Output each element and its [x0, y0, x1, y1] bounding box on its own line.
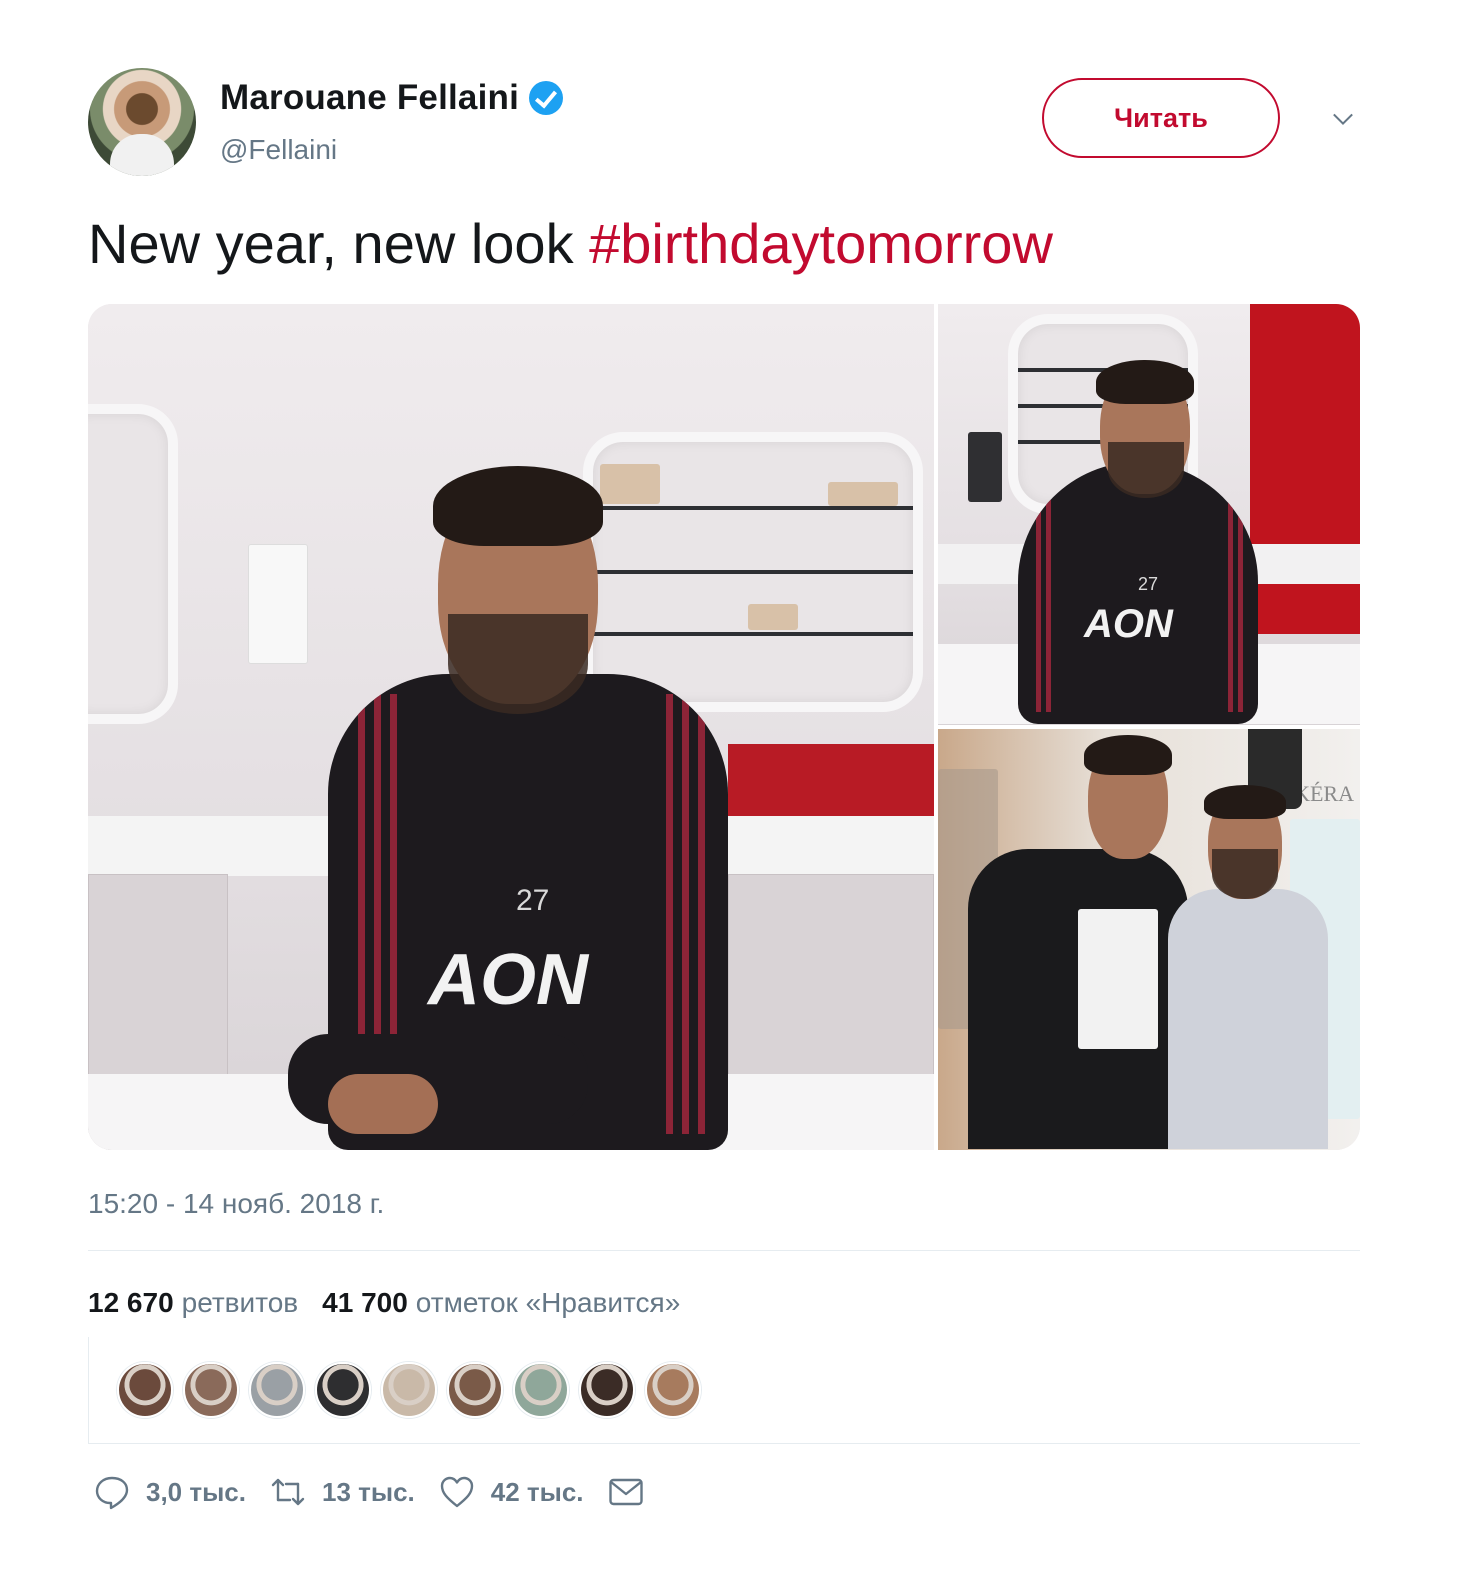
liker-avatar[interactable] — [249, 1362, 305, 1418]
photo-top-right[interactable]: 27 AON — [938, 304, 1360, 725]
direct-message-icon — [608, 1478, 643, 1506]
jersey-stripe — [1228, 472, 1233, 712]
jersey-number: 27 — [516, 884, 550, 917]
hair — [433, 466, 603, 546]
retweets-count: 12 670 — [88, 1287, 174, 1318]
jersey-stripe — [682, 694, 689, 1134]
retweet-icon — [271, 1478, 305, 1506]
name-wrap: Marouane Fellaini — [220, 78, 564, 118]
liker-avatar[interactable] — [117, 1362, 173, 1418]
hashtag-link[interactable]: #birthdaytomorrow — [589, 212, 1053, 275]
beard — [1108, 442, 1184, 498]
dispenser — [968, 432, 1002, 502]
person: 27 AON — [288, 466, 768, 1150]
sponsor-logo: AON — [1084, 602, 1173, 646]
jersey-stripe — [1238, 472, 1243, 712]
reply-count: 3,0 тыс. — [146, 1476, 246, 1507]
chevron-down-icon[interactable] — [1332, 108, 1354, 130]
liker-avatar[interactable] — [447, 1362, 503, 1418]
liker-avatar[interactable] — [381, 1362, 437, 1418]
jersey-stripe — [698, 694, 705, 1134]
photo-column: 27 AON KÉRA — [938, 304, 1360, 1150]
tweet: Marouane Fellaini @Fellaini Читать New y… — [88, 68, 1360, 1510]
tweet-body: New year, new look — [88, 212, 590, 275]
retweet-button[interactable]: 13 тыс. — [270, 1474, 415, 1510]
shirt — [1168, 889, 1328, 1149]
retweets-label: ретвитов — [181, 1287, 299, 1318]
jersey-stripe — [1036, 472, 1041, 712]
jersey-stripe — [1046, 472, 1051, 712]
reply-icon — [95, 1476, 129, 1510]
likes-count: 41 700 — [322, 1287, 408, 1318]
liker-avatar[interactable] — [513, 1362, 569, 1418]
jersey-stripe — [666, 694, 673, 1134]
like-button[interactable]: 42 тыс. — [439, 1474, 584, 1510]
liker-avatar[interactable] — [579, 1362, 635, 1418]
likes-label: отметок «Нравится» — [415, 1287, 681, 1318]
tweet-text: New year, new look #birthdaytomorrow — [88, 212, 1360, 276]
retweet-count: 13 тыс. — [322, 1476, 415, 1507]
avatar[interactable] — [88, 68, 196, 176]
person: 27 AON — [1008, 360, 1268, 724]
tshirt — [968, 849, 1188, 1149]
reply-button[interactable]: 3,0 тыс. — [94, 1474, 246, 1510]
liker-avatar[interactable] — [645, 1362, 701, 1418]
divider — [88, 1443, 1360, 1444]
sponsor-logo: AON — [428, 940, 588, 1020]
follow-button[interactable]: Читать — [1042, 78, 1280, 158]
tweet-timestamp[interactable]: 15:20 - 14 нояб. 2018 г. — [88, 1188, 1360, 1220]
likers-avatars — [88, 1337, 1360, 1443]
tshirt-print — [1078, 909, 1158, 1049]
tweet-stats: 12 670 ретвитов 41 700 отметок «Нравится» — [88, 1287, 1360, 1319]
like-icon — [440, 1476, 473, 1508]
likes-stat[interactable]: 41 700 отметок «Нравится» — [322, 1287, 680, 1319]
retweets-stat[interactable]: 12 670 ретвитов — [88, 1287, 298, 1319]
wall-niche — [88, 404, 178, 724]
liker-avatar[interactable] — [183, 1362, 239, 1418]
media-grid: 27 AON 27 AON KÉRA — [88, 304, 1360, 1150]
hair — [1084, 735, 1172, 775]
jersey-number: 27 — [1138, 574, 1159, 594]
display-name[interactable]: Marouane Fellaini — [220, 78, 519, 118]
like-count: 42 тыс. — [490, 1476, 584, 1507]
photo-main[interactable]: 27 AON — [88, 304, 934, 1150]
divider — [88, 1250, 1360, 1251]
hair — [1096, 360, 1194, 404]
beard — [1212, 849, 1278, 899]
tweet-header: Marouane Fellaini @Fellaini Читать — [88, 68, 1360, 180]
person — [1158, 785, 1338, 1149]
tweet-actions: 3,0 тыс. 13 тыс. 42 тыс. — [88, 1474, 1360, 1510]
person — [968, 735, 1188, 1149]
hand — [328, 1074, 438, 1134]
hair — [1204, 785, 1286, 819]
direct-message-button[interactable] — [608, 1474, 644, 1510]
verified-badge-icon — [529, 81, 564, 115]
photo-bottom-right[interactable]: KÉRA — [938, 729, 1360, 1150]
user-handle[interactable]: @Fellaini — [220, 134, 337, 166]
beard — [448, 614, 588, 714]
liker-avatar[interactable] — [315, 1362, 371, 1418]
jersey: 27 AON — [1018, 462, 1258, 724]
shelf-item — [828, 482, 898, 506]
